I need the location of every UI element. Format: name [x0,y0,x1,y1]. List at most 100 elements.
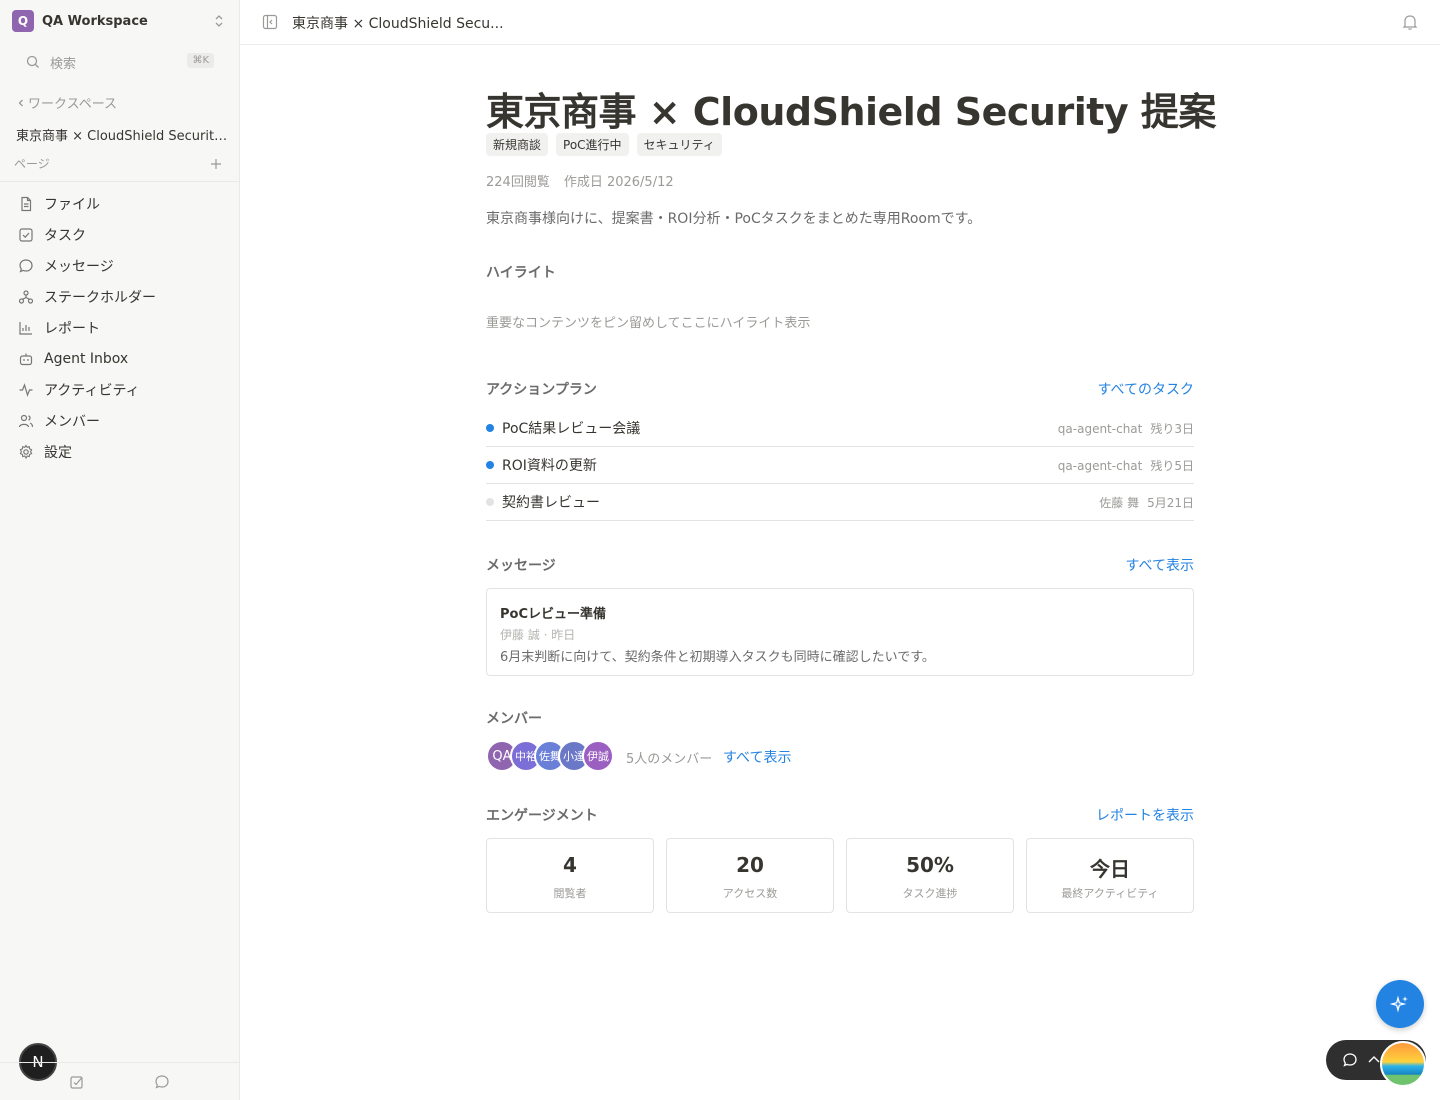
task-icon [19,227,33,242]
stat-label: 最終アクティビティ [1061,887,1159,900]
sidebar-toggle-icon[interactable] [262,14,278,30]
page-title: 東京商事 × CloudShield Security 提案 [486,90,1216,134]
view-count: 224回閲覧 [486,175,550,190]
sidebar-item-files[interactable]: ファイル [16,188,228,219]
stat-value: 20 [736,853,764,877]
highlights-title: ハイライト [486,265,556,281]
task-row[interactable]: ROI資料の更新 qa-agent-chat 残り5日 [486,447,1194,484]
status-dot [486,498,494,506]
sidebar-item-label: Agent Inbox [44,350,129,367]
chevron-up-down-icon [215,15,223,27]
task-due: 残り5日 [1150,458,1194,473]
message-author: 伊藤 誠 · 昨日 [500,628,576,642]
sidebar-item-settings[interactable]: 設定 [16,436,228,467]
tag[interactable]: 新規商談 [486,133,549,156]
back-to-workspace-link[interactable]: ワークスペース [16,93,117,112]
sidebar-item-label: タスク [44,227,86,244]
stat-label: タスク進捗 [902,887,958,900]
task-assignee: qa-agent-chat [1057,421,1143,436]
sidebar-item-messages[interactable]: メッセージ [16,250,228,281]
tag[interactable]: セキュリティ [636,133,722,156]
chat-icon[interactable] [154,1074,170,1090]
all-tasks-link[interactable]: すべてのタスク [1098,379,1194,399]
members-icon [18,414,34,427]
task-row[interactable]: 契約書レビュー 佐藤 舞 5月21日 [486,484,1194,521]
tag[interactable]: PoC進行中 [556,133,629,156]
add-page-icon[interactable] [210,158,222,170]
message-card[interactable]: PoCレビュー準備 伊藤 誠 · 昨日 6月末判断に向けて、契約条件と初期導入タ… [486,588,1194,676]
sidebar-item-stakeholders[interactable]: ステークホルダー [16,281,228,312]
task-name: 契約書レビュー [502,495,600,511]
inbox-icon [19,353,33,365]
task-meta: qa-agent-chat 残り3日 [1058,420,1194,437]
task-name: ROI資料の更新 [502,458,597,474]
sidebar-item-agent-inbox[interactable]: Agent Inbox [16,343,228,374]
task-row[interactable]: PoC結果レビュー会議 qa-agent-chat 残り3日 [486,410,1194,447]
member-count: 5人のメンバー [626,752,713,767]
stakeholder-icon [18,289,34,304]
messages-title: メッセージ [486,558,556,574]
stat-label: 閲覧者 [553,887,587,900]
task-due: 5月21日 [1147,495,1194,510]
workspace-name: QA Workspace [42,13,148,29]
avatar[interactable]: 伊誠 [582,740,614,772]
sidebar-item-tasks[interactable]: タスク [16,219,228,250]
ai-assistant-button[interactable] [1376,980,1424,1028]
room-title[interactable]: 東京商事 × CloudShield Security 提案 [16,125,228,144]
stat-value: 50% [906,853,954,877]
search-icon [26,55,39,68]
topbar: 東京商事 × CloudShield Secu... [240,0,1440,45]
gear-icon [19,444,33,459]
stat-card: 20 アクセス数 [666,838,834,913]
stat-card: 今日 最終アクティビティ [1026,838,1194,913]
task-assignee: 佐藤 舞 [1099,495,1140,510]
breadcrumb-title: 東京商事 × CloudShield Secu... [292,16,504,32]
task-assignee: qa-agent-chat [1057,458,1143,473]
activity-icon [19,382,33,397]
stat-card: 50% タスク進捗 [846,838,1014,913]
task-meta: 佐藤 舞 5月21日 [1099,494,1194,511]
message-title: PoCレビュー準備 [500,607,606,622]
sidebar-item-label: メッセージ [44,258,114,275]
beach-avatar-icon[interactable] [1380,1041,1426,1087]
search-button[interactable]: 検索 ⌘K [26,52,214,72]
sidebar-item-reports[interactable]: レポート [16,312,228,343]
sidebar-item-label: 設定 [44,444,72,461]
message-body: 6月末判断に向けて、契約条件と初期導入タスクも同時に確認したいです。 [500,650,935,665]
message-icon [19,258,33,273]
sidebar-item-label: レポート [44,320,100,337]
sidebar-divider [0,181,240,182]
search-label: 検索 [50,56,77,72]
all-members-link[interactable]: すべて表示 [723,747,791,767]
chevron-left-icon [18,99,23,106]
member-list: QA 中裕 佐舞 小達 伊誠 5人のメンバー すべて表示 [486,740,1194,772]
task-meta: qa-agent-chat 残り5日 [1058,457,1194,474]
task-name: PoC結果レビュー会議 [502,421,641,437]
file-icon [21,196,32,211]
sparkle-icon [1390,995,1408,1013]
stat-value: 今日 [1090,857,1130,881]
workspace-logo: Q [12,10,34,32]
bell-icon[interactable] [1402,13,1418,31]
pages-label: ページ [14,157,50,171]
task-list: PoC結果レビュー会議 qa-agent-chat 残り3日 ROI資料の更新 q… [486,410,1194,521]
sidebar-item-label: メンバー [44,413,100,430]
stat-label: アクセス数 [722,887,778,900]
task-icon[interactable] [69,1074,85,1090]
view-report-link[interactable]: レポートを表示 [1096,805,1194,825]
sidebar-item-activity[interactable]: アクティビティ [16,374,228,405]
engagement-title: エンゲージメント [486,808,598,824]
back-label: ワークスペース [28,97,118,112]
sidebar-footer [0,1062,240,1100]
created-date: 作成日 2026/5/12 [563,175,674,190]
stat-value: 4 [563,853,577,877]
engagement-stats: 4 閲覧者 20 アクセス数 50% タスク進捗 今日 最終アクティビティ [486,838,1194,913]
page-description: 東京商事様向けに、提案書・ROI分析・PoCタスクをまとめた専用Roomです。 [486,211,982,227]
all-messages-link[interactable]: すべて表示 [1126,555,1194,575]
sidebar-item-members[interactable]: メンバー [16,405,228,436]
action-plan-title: アクションプラン [486,382,597,398]
sidebar-item-label: ファイル [44,196,100,213]
workspace-switcher[interactable]: Q QA Workspace [12,10,228,32]
sidebar-nav: ファイル タスク メッセージ ステークホルダー レポート Agent Inbox… [16,188,228,467]
highlights-empty: 重要なコンテンツをピン留めしてここにハイライト表示 [486,316,811,331]
